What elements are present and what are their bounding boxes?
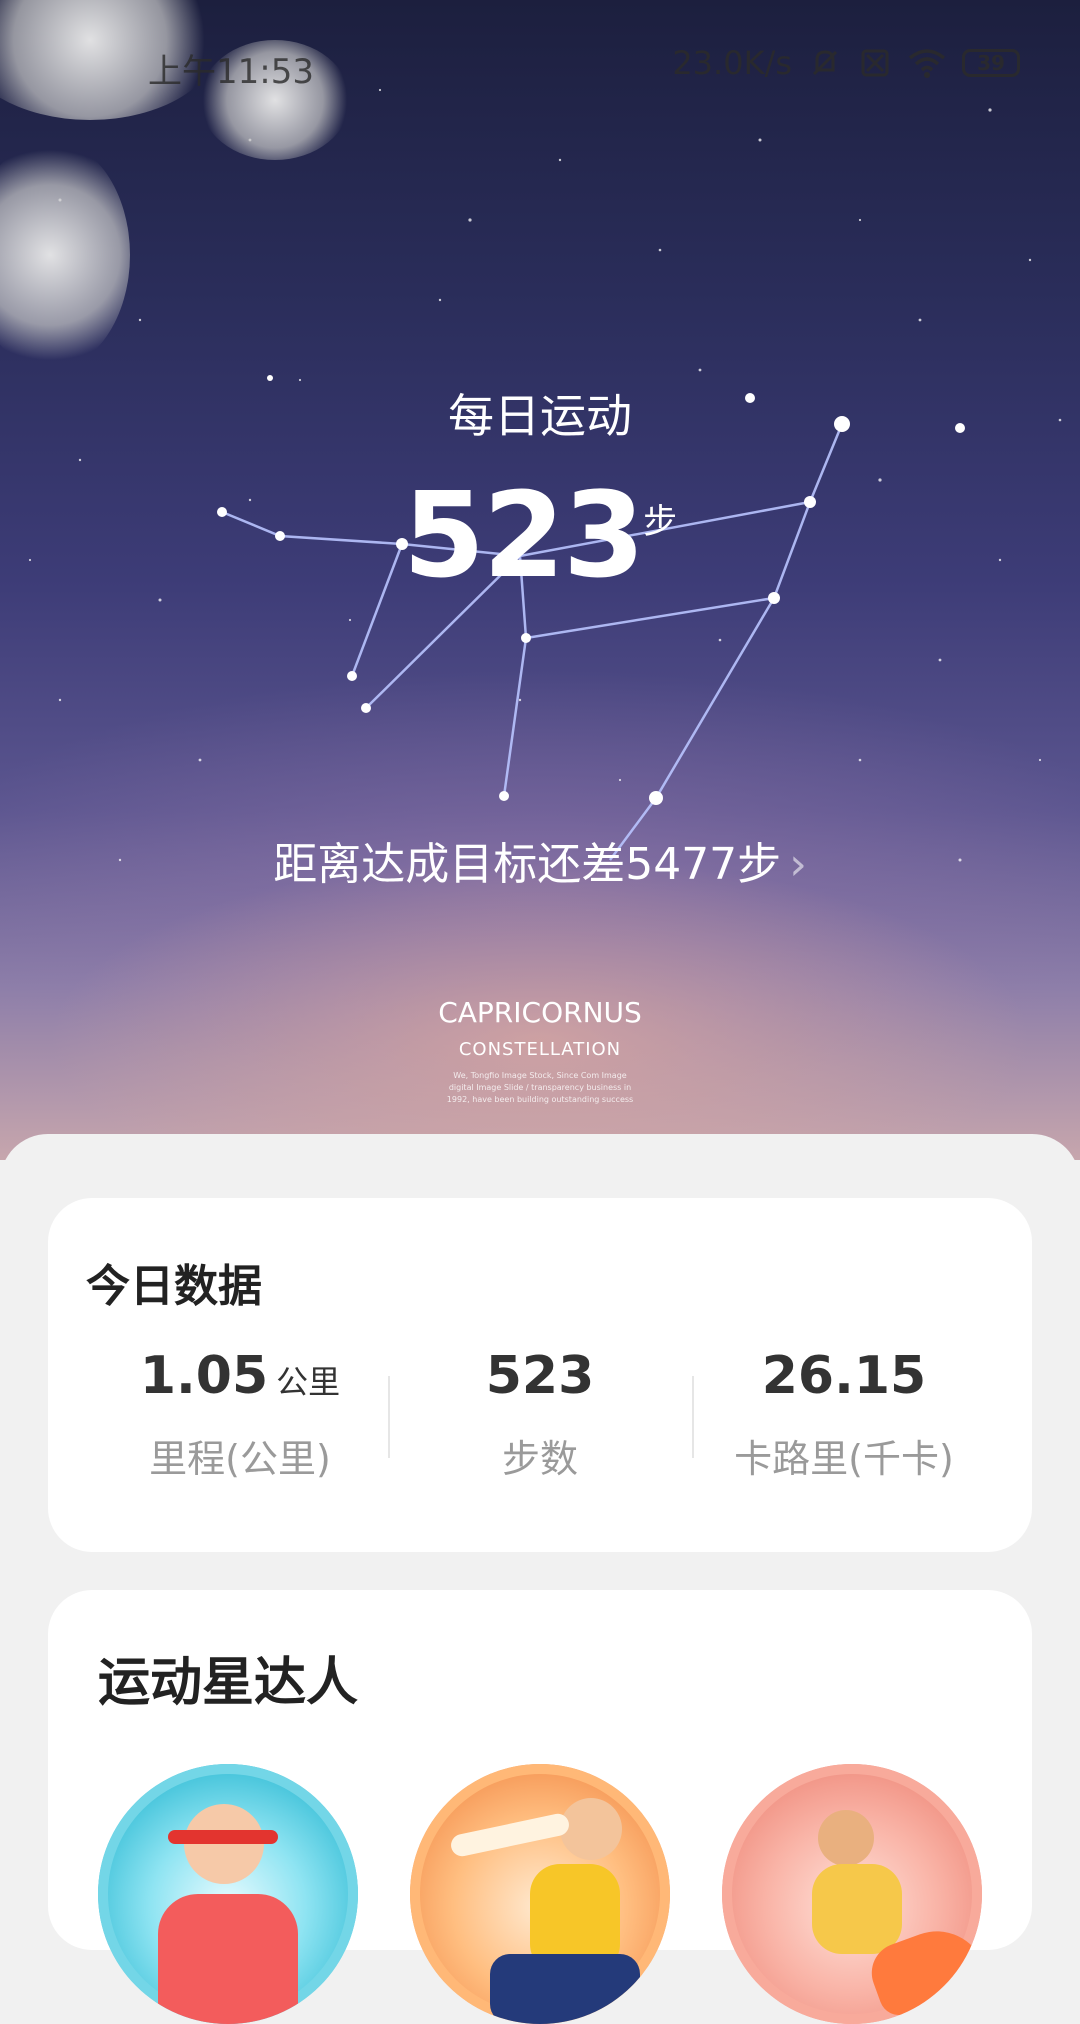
stat-steps: 523 步数 (390, 1346, 690, 1483)
stat-label: 步数 (501, 1437, 578, 1481)
medal-runner-blue[interactable] (98, 1764, 358, 2024)
mute-icon (812, 50, 838, 76)
medal-runner-orange[interactable] (410, 1764, 670, 2024)
steps-value: 523 (402, 466, 645, 604)
hero-title: 每日运动 (448, 389, 632, 443)
steps-unit: 步 (643, 502, 678, 542)
stat-value: 1.05 公里 (90, 1346, 390, 1406)
sport-star-title: 运动星达人 (98, 1653, 359, 1713)
sim-off-icon (861, 49, 889, 77)
goal-text: 距离达成目标还差5477步 (273, 839, 782, 890)
constellation-name: CAPRICORNUS (438, 996, 642, 1029)
battery-icon: 39 (962, 49, 1020, 77)
today-data-title: 今日数据 (86, 1261, 262, 1312)
calories-value: 26.15 (761, 1346, 927, 1406)
steps-count-value: 523 (485, 1346, 595, 1406)
runner-figure (818, 1810, 874, 1866)
small-print-line: We, Tongfio Image Stock, Since Com Image (453, 1071, 627, 1080)
sport-star-card: 运动星达人 (48, 1590, 1032, 2024)
constellation-label: CAPRICORNUS CONSTELLATION We, Tongfio Im… (0, 996, 1080, 1106)
stat-calories: 26.15 卡路里(千卡) (694, 1346, 994, 1483)
runner-pants (490, 1954, 640, 2024)
constellation-subtitle: CONSTELLATION (458, 1039, 622, 1060)
runner-figure (560, 1798, 622, 1860)
chevron-right-icon: › (789, 839, 807, 890)
stat-distance: 1.05 公里 里程(公里) (90, 1346, 390, 1483)
medal-runner-pink[interactable] (722, 1764, 982, 2024)
hero-steps[interactable]: 523步 (0, 466, 1080, 604)
today-stats: 1.05 公里 里程(公里) 523 步数 26.15 卡路里(千卡) (48, 1346, 1032, 1506)
status-time: 上午11:53 (148, 52, 314, 92)
small-print-line: 1992, have been building outstanding suc… (446, 1095, 634, 1104)
stat-value: 523 (390, 1346, 690, 1406)
today-data-card[interactable]: 今日数据 1.05 公里 里程(公里) 523 步数 26.15 卡路里(千卡) (48, 1198, 1032, 1552)
goal-remaining-link[interactable]: 距离达成目标还差5477步 › (0, 828, 1080, 892)
headband (168, 1830, 278, 1844)
stat-value: 26.15 (694, 1346, 994, 1406)
stat-label: 卡路里(千卡) (734, 1437, 954, 1481)
runner-shirt (158, 1894, 298, 2024)
distance-value: 1.05 (139, 1346, 269, 1406)
distance-unit: 公里 (276, 1363, 341, 1401)
net-speed: 23.0K/s (672, 44, 792, 82)
runner-shirt (812, 1864, 902, 1954)
small-print-line: digital Image Slide / transparency busin… (448, 1083, 632, 1092)
stat-label: 里程(公里) (149, 1437, 331, 1481)
scarf (449, 1811, 571, 1859)
status-bar: 上午11:53 23.0K/s 39 (0, 0, 1080, 130)
constellation-small-print: We, Tongfio Image Stock, Since Com Image… (0, 1070, 1080, 1106)
runner-figure (184, 1804, 264, 1884)
wifi-icon (908, 49, 946, 78)
status-right: 23.0K/s 39 (672, 44, 1020, 82)
